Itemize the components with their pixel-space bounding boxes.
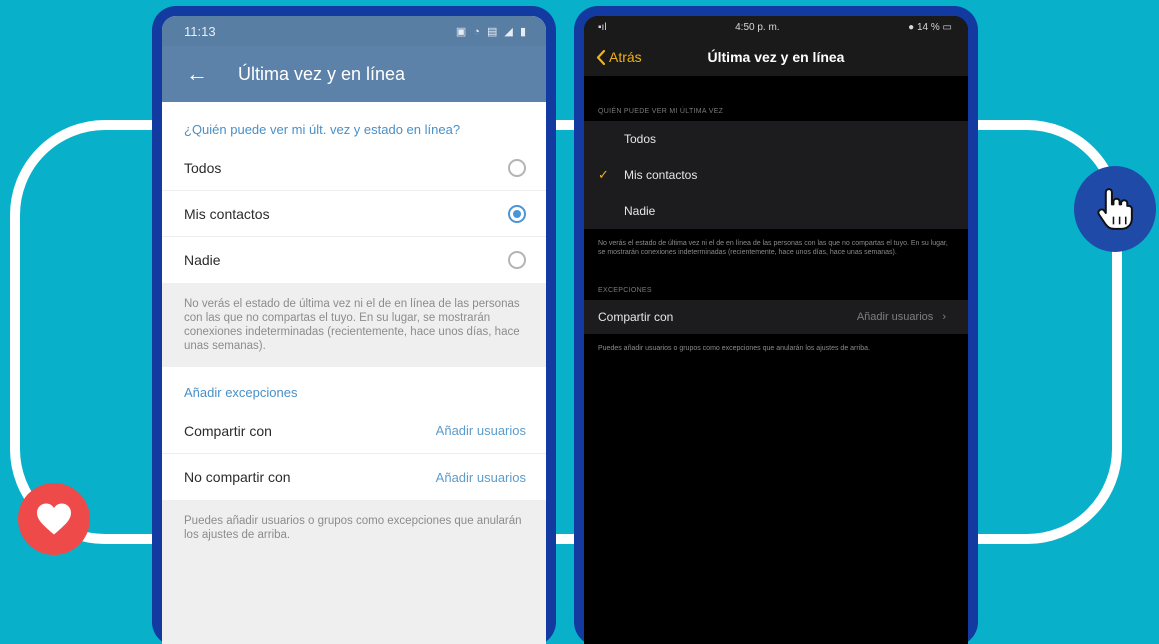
battery-icon: ● 14 % ▭ (908, 21, 952, 33)
dont-share-with-row[interactable]: No compartir con Añadir usuarios (162, 454, 546, 500)
option-nadie[interactable]: Nadie (584, 193, 968, 229)
visibility-options: Todos ✓ Mis contactos Nadie (584, 121, 968, 229)
option-todos[interactable]: Todos (162, 145, 546, 191)
option-label: Todos (624, 132, 657, 146)
back-label: Atrás (609, 49, 642, 65)
ios-phone: ▪ıl 4:50 p. m. ● 14 % ▭ Atrás Última vez… (574, 6, 978, 644)
pointer-badge (1074, 166, 1156, 252)
chevron-right-icon: › (942, 311, 946, 323)
privacy-note: No verás el estado de última vez ni el d… (598, 240, 948, 256)
status-time: 11:13 (184, 23, 216, 39)
row-label: No compartir con (184, 469, 291, 485)
section-header: QUIÉN PUEDE VER MI ÚLTIMA VEZ (598, 108, 724, 115)
row-label: Compartir con (598, 310, 674, 324)
radio-button-icon[interactable] (508, 251, 526, 269)
ios-nav-bar: Atrás Última vez y en línea (584, 38, 968, 76)
option-label: Todos (184, 159, 222, 176)
option-label: Nadie (184, 252, 221, 268)
exceptions-note: Puedes añadir usuarios o grupos como exc… (598, 345, 871, 352)
radio-button-icon[interactable] (508, 158, 526, 177)
android-phone: 11:13 ▣ ◔ ▤ ◢ ▮ ← Última vez y en línea … (152, 6, 556, 644)
option-nadie[interactable]: Nadie (162, 237, 546, 283)
option-mis-contactos[interactable]: ✓ Mis contactos (584, 157, 968, 193)
back-button[interactable]: Atrás (596, 49, 642, 65)
add-users-value[interactable]: Añadir usuarios › (857, 311, 946, 323)
signal-icon: ▪ıl (598, 21, 607, 33)
exceptions-header: EXCEPCIONES (598, 287, 652, 294)
chevron-left-icon (596, 49, 605, 65)
exceptions-note: Puedes añadir usuarios o grupos como exc… (162, 500, 546, 556)
visibility-section: ¿Quién puede ver mi últ. vez y estado en… (162, 102, 546, 283)
heart-icon (37, 503, 71, 535)
row-label: Compartir con (184, 422, 272, 439)
android-screen: 11:13 ▣ ◔ ▤ ◢ ▮ ← Última vez y en línea … (162, 16, 546, 644)
status-time: 4:50 p. m. (735, 21, 780, 33)
exceptions-section: Añadir excepciones Compartir con Añadir … (162, 367, 546, 500)
status-icons: ▣ ◔ ▤ ◢ ▮ (455, 25, 528, 38)
page-title: Última vez y en línea (238, 63, 406, 84)
option-label: Mis contactos (184, 205, 270, 222)
pointer-hand-icon (1097, 188, 1133, 230)
back-arrow-icon[interactable]: ← (186, 61, 238, 87)
add-users-label: Añadir usuarios (856, 311, 934, 323)
ios-screen: ▪ıl 4:50 p. m. ● 14 % ▭ Atrás Última vez… (584, 16, 968, 644)
option-label: Mis contactos (624, 168, 698, 182)
ios-status-bar: ▪ıl 4:50 p. m. ● 14 % ▭ (584, 16, 968, 38)
android-toolbar: ← Última vez y en línea (162, 46, 546, 102)
share-with-row[interactable]: Compartir con Añadir usuarios › (584, 300, 968, 334)
exceptions-header: Añadir excepciones (184, 385, 298, 400)
share-with-row[interactable]: Compartir con Añadir usuarios (162, 408, 546, 454)
privacy-note: No verás el estado de última vez ni el d… (162, 283, 546, 367)
add-users-link[interactable]: Añadir usuarios (436, 423, 526, 438)
heart-badge (18, 483, 90, 555)
radio-button-selected-icon[interactable] (508, 204, 526, 223)
section-header: ¿Quién puede ver mi últ. vez y estado en… (184, 122, 461, 137)
add-users-link[interactable]: Añadir usuarios (436, 470, 526, 485)
option-label: Nadie (624, 204, 656, 218)
option-mis-contactos[interactable]: Mis contactos (162, 191, 546, 237)
checkmark-icon: ✓ (598, 167, 609, 182)
option-todos[interactable]: Todos (584, 121, 968, 157)
android-status-bar: 11:13 ▣ ◔ ▤ ◢ ▮ (162, 16, 546, 46)
